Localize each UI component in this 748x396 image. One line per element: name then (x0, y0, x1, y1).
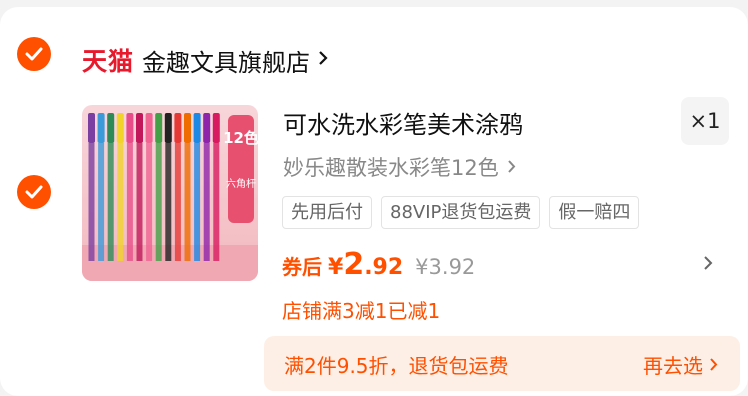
badge-sub: 六角杆 (226, 178, 256, 190)
chevron-right-icon (709, 353, 718, 377)
product-thumbnail[interactable]: 12色 六角杆 (82, 105, 258, 281)
marker-body (117, 143, 124, 261)
marker-body (213, 143, 220, 261)
badge-count: 12色 (223, 129, 258, 147)
price-decimal: .92 (364, 255, 404, 280)
marker-cap (155, 113, 163, 143)
marker-body (126, 143, 133, 261)
marker-cap (88, 113, 95, 143)
marker-cap (174, 113, 182, 143)
marker-cap (145, 113, 153, 143)
cart-store-card: 天猫 金趣文具旗舰店 12色 六角杆 可水洗水彩笔美术涂鸦 ×1 妙乐趣散装水彩… (0, 7, 748, 396)
marker-body (165, 143, 172, 261)
discount-bar[interactable]: 满2件9.5折，退货包运费 再去选 (264, 336, 740, 391)
item-select-checkbox[interactable] (17, 175, 51, 209)
marker-cap (164, 113, 172, 143)
marker-body (184, 143, 191, 261)
marker-body (174, 143, 181, 261)
price-label: 券后 (282, 255, 322, 279)
product-title[interactable]: 可水洗水彩笔美术涂鸦 (283, 105, 523, 140)
marker-pens-image: 12色 六角杆 (82, 113, 258, 281)
store-name: 金趣文具旗舰店 (142, 48, 311, 77)
tag-pay-later: 先用后付 (282, 196, 372, 229)
checkmark-icon (25, 47, 43, 61)
shop-more-link[interactable]: 再去选 (643, 350, 718, 379)
marker-cap (193, 113, 201, 143)
tag-free-return: 88VIP退货包运费 (381, 196, 541, 229)
marker-cap (203, 113, 211, 143)
discount-text: 满2件9.5折，退货包运费 (284, 354, 509, 378)
store-select-checkbox[interactable] (17, 37, 51, 71)
service-tags: 先用后付 88VIP退货包运费 假一赔四 (282, 196, 640, 229)
sku-selector[interactable]: 妙乐趣散装水彩笔12色 (283, 152, 516, 182)
marker-cap (116, 113, 124, 143)
marker-cap (136, 113, 143, 143)
marker-cap (184, 113, 191, 143)
checkmark-icon (25, 185, 43, 199)
marker-body (107, 143, 114, 261)
marker-cap (126, 113, 134, 143)
price-row: 券后 ¥ 2 .92 ¥3.92 (282, 247, 475, 282)
marker-body (203, 143, 210, 261)
chevron-right-icon[interactable] (703, 255, 713, 275)
price-integer: 2 (343, 247, 365, 282)
chevron-right-icon (318, 50, 328, 70)
tmall-logo: 天猫 (82, 47, 135, 76)
chevron-right-icon (507, 155, 516, 179)
tag-fake-compensation: 假一赔四 (549, 196, 640, 229)
original-price: ¥3.92 (415, 255, 476, 279)
marker-cap (212, 113, 220, 143)
currency-symbol: ¥ (328, 255, 344, 280)
marker-cap (107, 113, 115, 143)
marker-body (155, 143, 162, 261)
store-link[interactable]: 天猫 金趣文具旗舰店 (82, 40, 328, 80)
quantity-badge[interactable]: ×1 (681, 97, 729, 145)
shop-more-label: 再去选 (643, 354, 703, 378)
marker-body (88, 143, 95, 261)
sku-label: 妙乐趣散装水彩笔12色 (283, 156, 499, 180)
promo-text: 店铺满3减1已减1 (282, 299, 441, 323)
marker-body (98, 143, 105, 261)
marker-body (194, 143, 201, 261)
marker-cap (97, 113, 105, 143)
marker-body (136, 143, 143, 261)
marker-body (146, 143, 153, 261)
